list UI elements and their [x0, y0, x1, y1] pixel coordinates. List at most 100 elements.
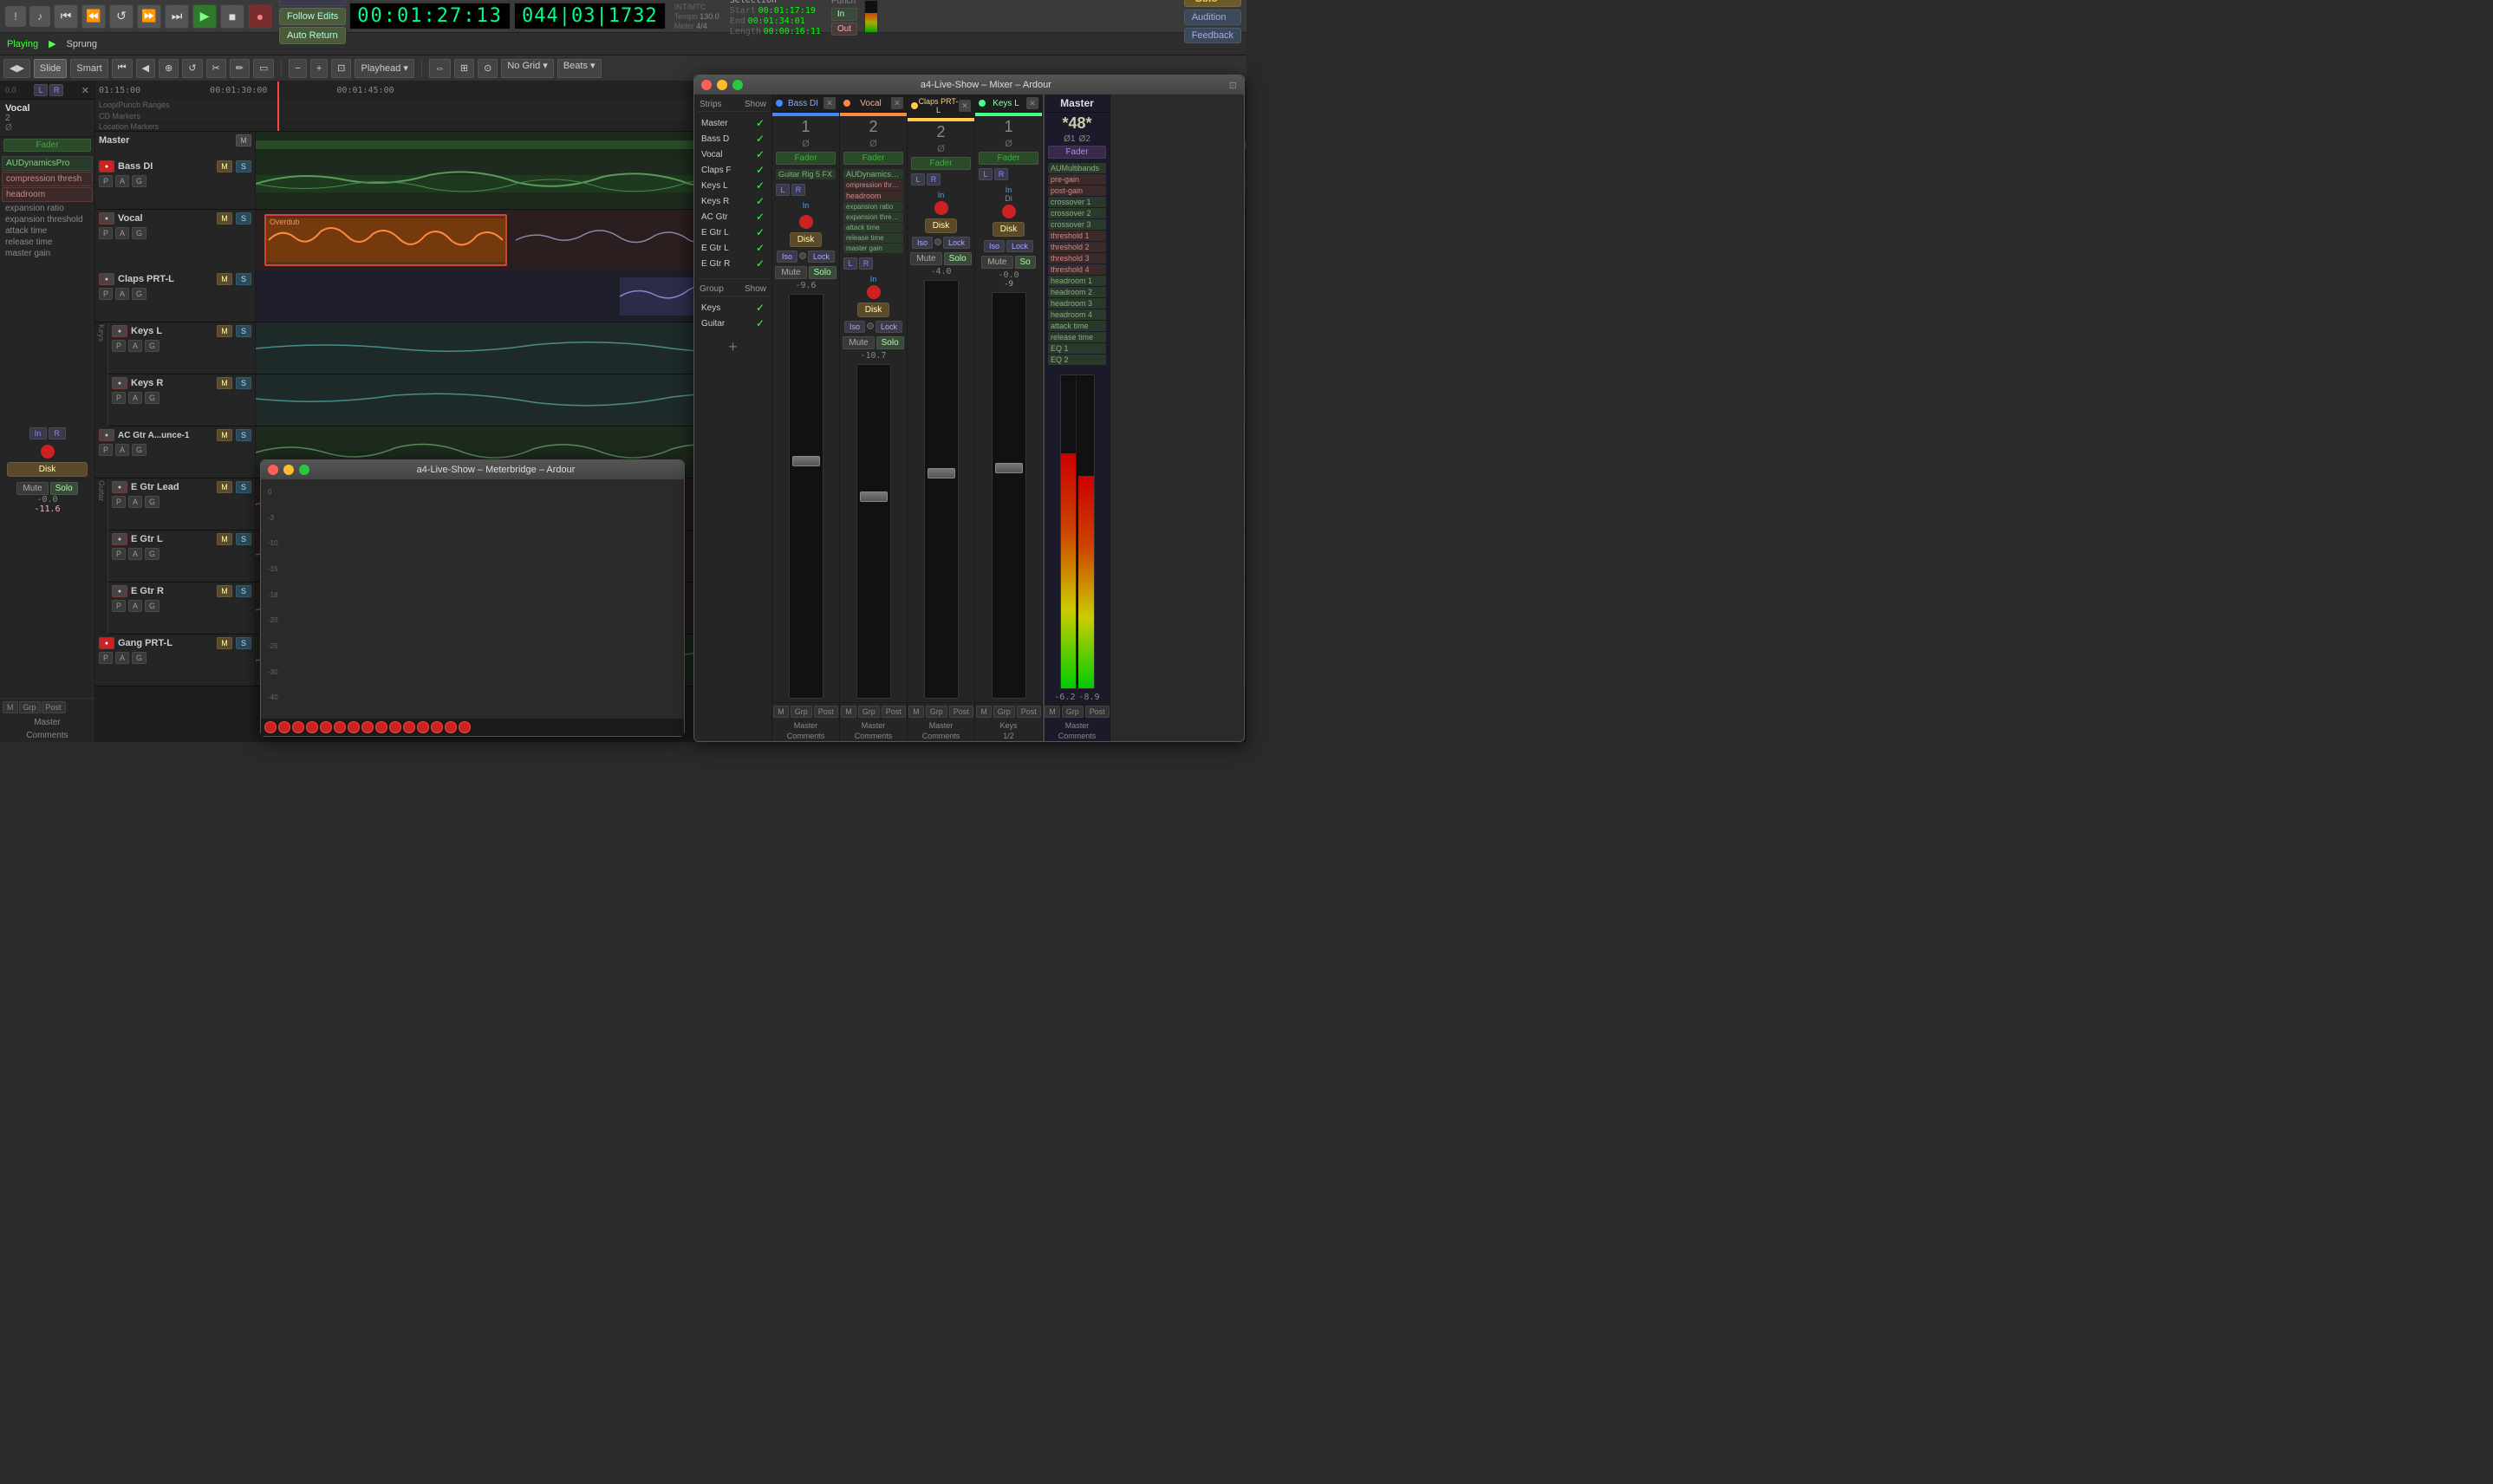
bass-di-fader[interactable] — [789, 294, 823, 699]
strip-item-guitar-group[interactable]: Guitar ✓ — [698, 316, 768, 331]
punch-in-btn[interactable]: In — [831, 8, 857, 21]
mixer-zoom-btn[interactable] — [732, 80, 743, 90]
keys-r-rec-btn[interactable]: ● — [112, 377, 127, 389]
sidebar-fader-label[interactable]: Fader — [3, 139, 91, 152]
sidebar-plugin-compression-threshold[interactable]: compression thresh — [2, 172, 93, 186]
sidebar-collapse-btn[interactable]: 0.0 — [5, 86, 16, 94]
bass-di-r-btn[interactable]: R — [791, 184, 805, 196]
sidebar-close-btn[interactable]: ✕ — [81, 85, 89, 96]
keys-l-lock-btn[interactable]: Lock — [1006, 240, 1033, 252]
claps-iso-btn[interactable]: Iso — [912, 237, 933, 249]
claps-solo-btn[interactable]: S — [236, 273, 251, 285]
sidebar-mute-btn[interactable]: Mute — [16, 482, 48, 495]
strip-item-e-gtr-l2[interactable]: E Gtr L ✓ — [698, 240, 768, 256]
keys-l-disk-btn[interactable]: Disk — [993, 222, 1025, 237]
metronome-icon[interactable]: ♪ — [29, 6, 50, 27]
add-strip-btn[interactable]: + — [698, 338, 768, 356]
master-fader-label[interactable]: Fader — [1048, 146, 1106, 159]
auto-return-btn[interactable]: Auto Return — [279, 27, 346, 44]
slide-tool[interactable]: Slide — [34, 59, 67, 78]
sidebar-expansion-ratio[interactable]: expansion ratio — [2, 203, 93, 214]
vocal-lock-btn[interactable]: Lock — [875, 321, 902, 333]
vocal-r-btn[interactable]: R — [859, 257, 873, 270]
master-crossover2[interactable]: crossover 2 — [1048, 208, 1106, 218]
sidebar-m-btn[interactable]: M — [3, 701, 18, 713]
bass-di-m-btn[interactable]: M — [773, 706, 789, 718]
scissors-tool[interactable]: ✂ — [206, 59, 226, 78]
master-aumultibands[interactable]: AUMultibands — [1048, 163, 1106, 173]
vocal-post-btn[interactable]: Post — [882, 706, 906, 718]
vocal-iso-btn[interactable]: Iso — [844, 321, 865, 333]
e-gtr-lead-p-btn[interactable]: P — [112, 496, 126, 508]
play-btn[interactable]: ▶ — [192, 4, 217, 29]
e-gtr-r-solo-btn[interactable]: S — [236, 585, 251, 597]
keys-l-fader-label[interactable]: Fader — [979, 152, 1038, 165]
keys-l-a-btn[interactable]: A — [128, 340, 142, 352]
ac-gtr-rec-btn[interactable]: ● — [99, 429, 114, 441]
fit-btn[interactable]: ⊡ — [331, 59, 351, 78]
keys-l-r-btn[interactable]: R — [994, 168, 1008, 180]
sidebar-post-btn[interactable]: Post — [42, 701, 66, 713]
master-threshold1[interactable]: threshold 1 — [1048, 231, 1106, 241]
meter-trigger-btn[interactable] — [417, 721, 429, 733]
vocal-p-btn[interactable]: P — [99, 227, 113, 239]
e-gtr-r-mute-btn[interactable]: M — [217, 585, 232, 597]
claps-fader-label[interactable]: Fader — [911, 157, 971, 170]
keys-l-solo-btn[interactable]: S — [236, 325, 251, 337]
vocal-expansion-ratio[interactable]: expansion ratio — [843, 202, 903, 212]
master-crossover1[interactable]: crossover 1 — [1048, 197, 1106, 207]
master-grp-btn[interactable]: Grp — [1062, 706, 1084, 718]
bass-di-a-btn[interactable]: A — [115, 175, 129, 187]
left-panel-toggle[interactable]: ◀▶ — [3, 59, 30, 78]
e-gtr-l-p-btn[interactable]: P — [112, 548, 126, 560]
strip-item-claps-f[interactable]: Claps F ✓ — [698, 162, 768, 178]
vocal-compression-thresh[interactable]: ompression thresho — [843, 180, 903, 190]
strip-item-bass-d[interactable]: Bass D ✓ — [698, 131, 768, 146]
cursor-tool[interactable]: ⊕ — [159, 59, 179, 78]
keys-l-rec-circle[interactable] — [1002, 205, 1016, 218]
meter-trigger-btn[interactable] — [264, 721, 277, 733]
strip-item-ac-gtr[interactable]: AC Gtr ✓ — [698, 209, 768, 225]
keys-l-mute-ch-btn[interactable]: Mute — [981, 256, 1012, 269]
master-pre-gain[interactable]: pre-gain — [1048, 174, 1106, 185]
vocal-g-btn[interactable]: G — [132, 227, 146, 239]
master-post-gain[interactable]: post-gain — [1048, 186, 1106, 196]
master-headroom3[interactable]: headroom 3 — [1048, 298, 1106, 309]
meter-trigger-btn[interactable] — [361, 721, 374, 733]
e-gtr-r-rec-btn[interactable]: ● — [112, 585, 127, 597]
claps-a-btn[interactable]: A — [115, 288, 129, 300]
draw-tool[interactable]: ✏ — [230, 59, 250, 78]
select-tool[interactable]: ▭ — [253, 59, 274, 78]
meter-trigger-btn[interactable] — [292, 721, 304, 733]
meter-trigger-btn[interactable] — [334, 721, 346, 733]
e-gtr-l-g-btn[interactable]: G — [145, 548, 159, 560]
record-btn[interactable]: ● — [248, 4, 272, 29]
forward-btn[interactable]: ⏩ — [137, 4, 161, 29]
master-headroom4[interactable]: headroom 4 — [1048, 309, 1106, 320]
vocal-release-time[interactable]: release time — [843, 233, 903, 243]
keys-l-m-btn[interactable]: M — [976, 706, 992, 718]
alert-icon[interactable]: ! — [5, 6, 26, 27]
prev-tool[interactable]: ◀ — [136, 59, 155, 78]
sidebar-disk-btn[interactable]: Disk — [7, 462, 88, 477]
master-threshold3[interactable]: threshold 3 — [1048, 253, 1106, 264]
punch-out-btn[interactable]: Out — [831, 23, 857, 36]
strip-item-keys-l[interactable]: Keys L ✓ — [698, 178, 768, 193]
vocal-l-btn[interactable]: L — [843, 257, 857, 270]
vocal-a-btn[interactable]: A — [115, 227, 129, 239]
e-gtr-r-a-btn[interactable]: A — [128, 600, 142, 612]
claps-grp-btn[interactable]: Grp — [926, 706, 947, 718]
e-gtr-lead-g-btn[interactable]: G — [145, 496, 159, 508]
vocal-rec-btn[interactable]: ● — [99, 212, 114, 225]
claps-fader[interactable] — [924, 280, 959, 699]
ac-gtr-p-btn[interactable]: P — [99, 444, 113, 456]
mixer-expand-btn[interactable]: ⊡ — [1229, 80, 1237, 91]
claps-m-btn[interactable]: M — [908, 706, 924, 718]
keys-l-post-btn[interactable]: Post — [1017, 706, 1041, 718]
bass-di-rec-circle[interactable] — [799, 215, 813, 229]
sidebar-grp-btn[interactable]: Grp — [19, 701, 41, 713]
strip-item-keys-r[interactable]: Keys R ✓ — [698, 193, 768, 209]
claps-g-btn[interactable]: G — [132, 288, 146, 300]
vocal-expansion-thresh[interactable]: expansion threshold — [843, 212, 903, 222]
gang-prt-a-btn[interactable]: A — [115, 652, 129, 664]
